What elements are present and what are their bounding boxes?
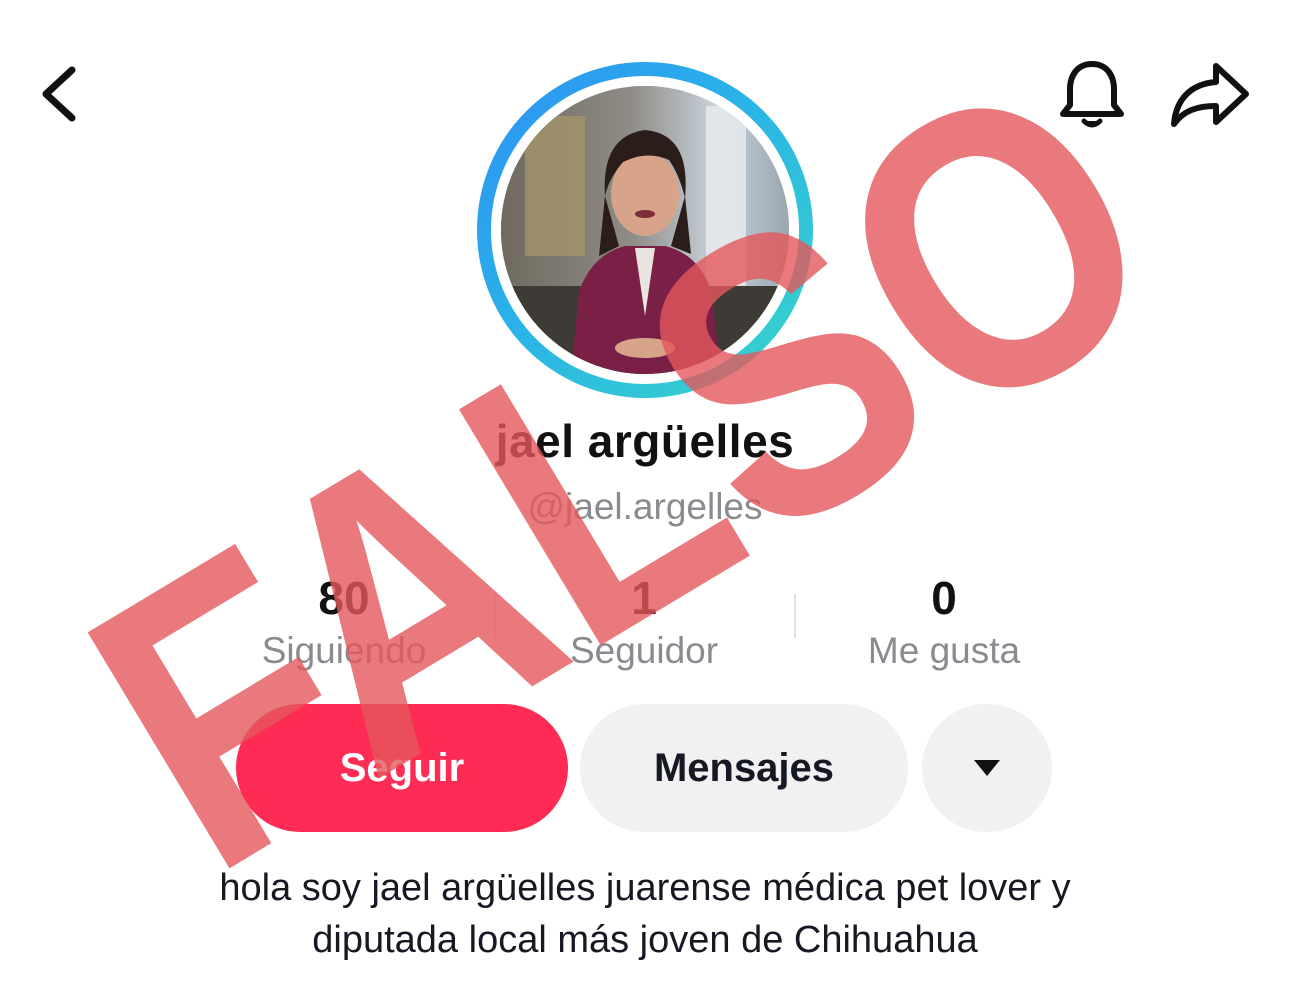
notifications-button[interactable] [1056,58,1128,132]
likes-stat[interactable]: 0 Me gusta [824,570,1064,676]
share-arrow-icon [1171,63,1249,127]
username: @jael.argelles [527,486,763,527]
more-options-button[interactable] [922,704,1052,832]
stat-divider [494,594,496,638]
display-name: jael argüelles [495,415,795,467]
profile-picture [501,86,789,374]
following-count: 80 [318,572,370,624]
follow-button[interactable]: Seguir [236,704,568,832]
following-stat[interactable]: 80 Siguiendo [224,570,464,676]
avatar-photo [501,86,789,374]
likes-label: Me gusta [867,630,1021,671]
bio-line: hola soy jael argüelles juarense médica … [219,867,1071,909]
followers-label: Seguidor [569,630,719,671]
following-label: Siguiendo [261,630,427,671]
chevron-left-icon [42,66,76,122]
likes-count: 0 [931,572,957,624]
avatar[interactable] [477,62,813,398]
share-button[interactable] [1168,58,1252,132]
bio: hola soy jael argüelles juarense médica … [100,862,1190,966]
followers-stat[interactable]: 1 Seguidor [524,570,764,676]
followers-count: 1 [631,572,657,624]
caret-down-icon [974,760,1000,776]
avatar-border [491,76,799,384]
bio-line: diputada local más joven de Chihuahua [312,919,978,961]
stat-divider [794,594,796,638]
bell-icon [1060,61,1124,128]
back-button[interactable] [30,58,94,130]
message-button[interactable]: Mensajes [580,704,908,832]
